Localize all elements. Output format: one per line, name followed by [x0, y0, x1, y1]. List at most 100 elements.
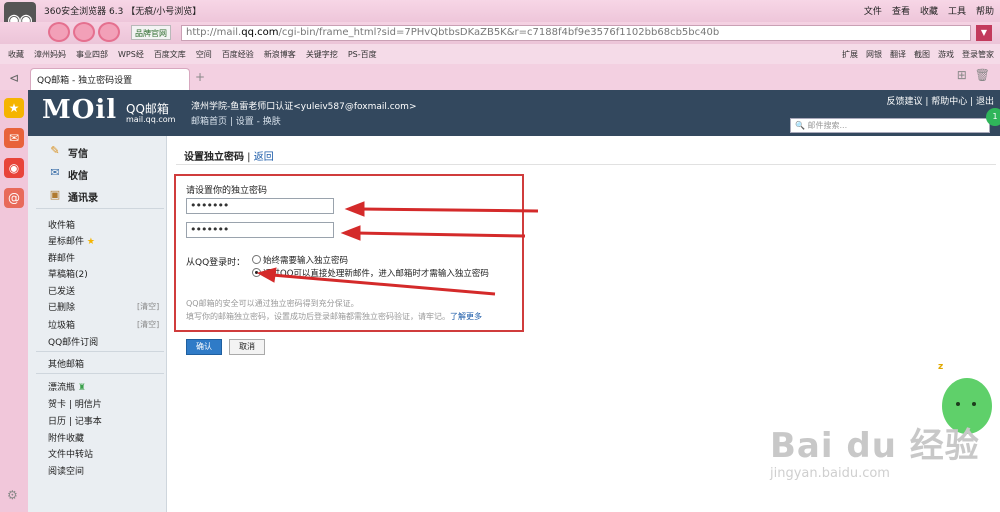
- write-icon: ✎: [50, 144, 60, 157]
- notification-badge[interactable]: 1: [986, 108, 1000, 126]
- nav-calendar[interactable]: 日历 | 记事本: [48, 414, 102, 427]
- inbox-icon: ✉: [50, 166, 60, 179]
- grid-icon[interactable]: ⊞: [957, 68, 967, 82]
- nav-reading[interactable]: 阅读空间: [48, 464, 84, 477]
- menu-help[interactable]: 帮助: [976, 4, 994, 17]
- login-manager-button[interactable]: 登录管家: [962, 49, 994, 60]
- contacts-icon: ▣: [49, 188, 61, 201]
- header-top-links[interactable]: 反馈建议 | 帮助中心 | 退出: [886, 94, 994, 107]
- confirm-password-input[interactable]: •••••••: [186, 222, 334, 238]
- from-qq-label: 从QQ登录时：: [186, 258, 246, 268]
- mail-search-input[interactable]: 🔍 邮件搜索...: [790, 118, 990, 133]
- radio-always-password-label[interactable]: 始终需要输入独立密码: [263, 254, 348, 266]
- cancel-button[interactable]: 取消: [229, 339, 265, 355]
- nav-divider: [36, 208, 164, 209]
- back-link[interactable]: 返回: [254, 152, 274, 163]
- brand-site-badge[interactable]: 品牌官网: [131, 25, 171, 40]
- learn-more-link[interactable]: 了解更多: [450, 312, 482, 321]
- url-input[interactable]: http://mail.qq.com/cgi-bin/frame_html?si…: [181, 25, 971, 41]
- menu-tools[interactable]: 工具: [948, 4, 966, 17]
- sidebar-toggle-icon[interactable]: ⊲: [4, 68, 24, 88]
- nav-inbox[interactable]: 收信: [68, 167, 88, 182]
- bookmark-6[interactable]: 百度经验: [222, 49, 254, 60]
- bookmark-5[interactable]: 空间: [196, 49, 212, 60]
- menu-file[interactable]: 文件: [864, 4, 882, 17]
- trash-icon[interactable]: 🗑: [975, 68, 990, 82]
- sleep-z-icon: z: [938, 362, 944, 372]
- bookmark-9[interactable]: PS-百度: [348, 49, 377, 60]
- content-divider: [176, 164, 996, 165]
- search-icon: 🔍: [795, 121, 808, 130]
- nav-sent[interactable]: 已发送: [48, 284, 75, 297]
- nav-spam[interactable]: 垃圾箱: [48, 318, 75, 331]
- translate-button[interactable]: 翻译: [890, 49, 906, 60]
- radio-qq-direct-label[interactable]: 通过QQ可以直接处理新邮件，进入邮箱时才需输入独立密码: [263, 267, 489, 279]
- bank-button[interactable]: 网银: [866, 49, 882, 60]
- search-placeholder: 邮件搜索...: [807, 121, 848, 130]
- bookmark-1[interactable]: 漳州妈妈: [34, 49, 66, 60]
- extensions-button[interactable]: 扩展: [842, 49, 858, 60]
- page-title: 设置独立密码: [184, 152, 244, 163]
- quick-icons: [48, 22, 120, 42]
- mail-domain: mail.qq.com: [126, 115, 176, 124]
- mail-logo[interactable]: MOil: [42, 95, 117, 125]
- nav-starred[interactable]: 星标邮件 ★: [48, 234, 95, 247]
- nav-inbox-folder[interactable]: 收件箱: [48, 218, 75, 231]
- mail-app-icon[interactable]: ✉: [4, 128, 24, 148]
- bottle-icon: ♜: [77, 383, 86, 393]
- account-links[interactable]: 邮箱首页 | 设置 - 换肤: [191, 114, 281, 127]
- url-dropdown-icon[interactable]: ▼: [976, 25, 992, 41]
- menu-view[interactable]: 查看: [892, 4, 910, 17]
- mascot-eye: [972, 402, 976, 406]
- tab-bar-icons: ⊞ 🗑: [957, 68, 990, 82]
- nav-divider: [36, 373, 164, 374]
- radio-always-password[interactable]: [252, 255, 261, 264]
- nav-subscribe[interactable]: QQ邮件订阅: [48, 335, 98, 348]
- new-tab-icon[interactable]: +: [195, 70, 205, 84]
- bookmark-2[interactable]: 事业四部: [76, 49, 108, 60]
- weibo-icon[interactable]: ◉: [4, 158, 24, 178]
- nav-write[interactable]: 写信: [68, 145, 88, 160]
- toolbar-right: 扩展 网银 翻译 截图 游戏 登录管家: [842, 44, 994, 64]
- nav-attachments[interactable]: 附件收藏: [48, 431, 84, 444]
- bookmark-4[interactable]: 百度文库: [154, 49, 186, 60]
- star-icon: ★: [86, 237, 95, 247]
- quick-icon-1[interactable]: [48, 22, 70, 42]
- bookmark-3[interactable]: WPS经: [118, 49, 144, 60]
- nav-cards[interactable]: 贺卡 | 明信片: [48, 397, 102, 410]
- nav-deleted[interactable]: 已删除: [48, 300, 75, 313]
- nav-other-mailboxes[interactable]: 其他邮箱: [48, 357, 84, 370]
- confirm-button[interactable]: 确认: [186, 339, 222, 355]
- star-icon[interactable]: ★: [4, 98, 24, 118]
- nav-file-transfer[interactable]: 文件中转站: [48, 447, 93, 460]
- password-input[interactable]: •••••••: [186, 198, 334, 214]
- quick-icon-3[interactable]: [98, 22, 120, 42]
- screenshot-button[interactable]: 截图: [914, 49, 930, 60]
- url-prefix: http://mail.: [186, 27, 242, 38]
- nav-group[interactable]: 群邮件: [48, 251, 75, 264]
- browser-menu-bar: 文件 查看 收藏 工具 帮助: [864, 4, 994, 17]
- browser-sidebar: [0, 90, 28, 512]
- password-label: 请设置你的独立密码: [186, 186, 268, 196]
- account-name[interactable]: 漳州学院-鱼雷老师口认证<yuleiv587@foxmail.com>: [191, 99, 417, 112]
- password-note: 填写你的邮箱独立密码，设置成功后登录邮箱都需独立密码验证，请牢记。了解更多: [186, 311, 482, 322]
- radio-qq-direct[interactable]: [252, 268, 261, 277]
- at-icon[interactable]: @: [4, 188, 24, 208]
- password-note-text: 填写你的邮箱独立密码，设置成功后登录邮箱都需独立密码验证，请牢记。: [186, 312, 450, 321]
- menu-favorites[interactable]: 收藏: [920, 4, 938, 17]
- security-note: QQ邮箱的安全可以通过独立密码得到充分保证。: [186, 299, 359, 308]
- nav-drafts[interactable]: 草稿箱(2): [48, 267, 88, 280]
- clear-deleted-link[interactable]: [清空]: [137, 301, 159, 312]
- nav-contacts[interactable]: 通讯录: [68, 189, 98, 204]
- browser-title: 360安全浏览器 6.3 【无痕/小号浏览】: [44, 7, 202, 17]
- bookmark-7[interactable]: 新浪博客: [264, 49, 296, 60]
- bookmark-8[interactable]: 关键字挖: [306, 49, 338, 60]
- settings-gear-icon[interactable]: ⚙: [7, 488, 18, 502]
- games-button[interactable]: 游戏: [938, 49, 954, 60]
- nav-drift-label: 漂流瓶: [48, 383, 76, 393]
- clear-spam-link[interactable]: [清空]: [137, 319, 159, 330]
- nav-drift-bottle[interactable]: 漂流瓶 ♜: [48, 380, 86, 393]
- tab-qq-mail[interactable]: QQ邮箱 - 独立密码设置: [30, 68, 190, 90]
- quick-icon-2[interactable]: [73, 22, 95, 42]
- bookmark-favorites[interactable]: 收藏: [8, 49, 24, 60]
